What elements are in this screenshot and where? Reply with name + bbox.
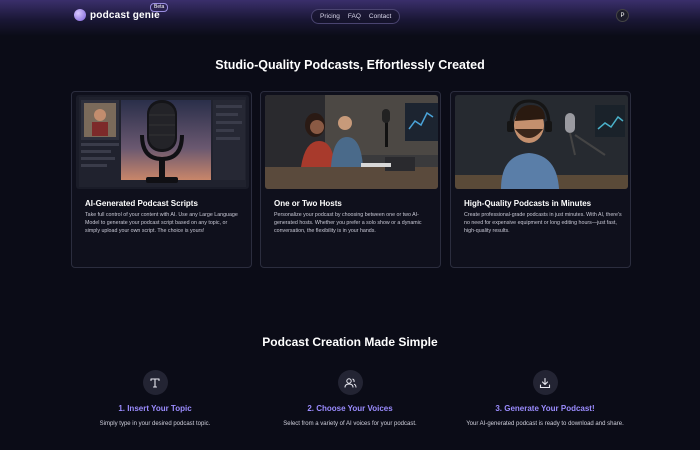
feature-card-scripts: AI-Generated Podcast Scripts Take full c… bbox=[71, 91, 252, 268]
logo-icon bbox=[74, 9, 86, 21]
main-nav: Pricing FAQ Contact bbox=[311, 9, 401, 24]
feature-description: Take full control of your content with A… bbox=[85, 212, 238, 235]
step-description: Select from a variety of AI voices for y… bbox=[283, 421, 417, 427]
site-header: podcast genie Beta Pricing FAQ Contact P bbox=[0, 0, 700, 32]
nav-pricing[interactable]: Pricing bbox=[316, 13, 344, 20]
step-1: 1. Insert Your Topic Simply type in your… bbox=[60, 370, 250, 429]
logo[interactable]: podcast genie Beta bbox=[74, 3, 169, 21]
step-description: Simply type in your desired podcast topi… bbox=[99, 421, 211, 427]
feature-title: AI-Generated Podcast Scripts bbox=[85, 199, 198, 208]
beta-badge: Beta bbox=[150, 3, 169, 12]
step-3: 3. Generate Your Podcast! Your AI-genera… bbox=[450, 370, 640, 429]
nav-faq[interactable]: FAQ bbox=[344, 13, 365, 20]
download-icon bbox=[532, 370, 558, 395]
feature-description: Create professional-grade podcasts in ju… bbox=[464, 212, 622, 235]
nav-contact[interactable]: Contact bbox=[365, 13, 395, 20]
step-title: 3. Generate Your Podcast! bbox=[495, 404, 595, 413]
scripts-illustration bbox=[76, 95, 249, 189]
users-icon bbox=[337, 370, 363, 395]
feature-title: One or Two Hosts bbox=[274, 199, 342, 208]
step-title: 2. Choose Your Voices bbox=[307, 404, 393, 413]
section-title: Podcast Creation Made Simple bbox=[262, 335, 438, 349]
feature-title: High-Quality Podcasts in Minutes bbox=[464, 199, 592, 208]
step-2: 2. Choose Your Voices Select from a vari… bbox=[255, 370, 445, 429]
step-title: 1. Insert Your Topic bbox=[118, 404, 192, 413]
feature-card-quality: High-Quality Podcasts in Minutes Create … bbox=[450, 91, 631, 268]
hosts-illustration bbox=[265, 95, 438, 189]
logo-text: podcast genie bbox=[90, 9, 160, 21]
user-avatar[interactable]: P bbox=[616, 9, 629, 22]
quality-illustration bbox=[455, 95, 628, 189]
feature-description: Personalize your podcast by choosing bet… bbox=[274, 212, 422, 235]
step-description: Your AI-generated podcast is ready to do… bbox=[466, 421, 624, 427]
hero-title: Studio-Quality Podcasts, Effortlessly Cr… bbox=[215, 58, 485, 72]
text-icon bbox=[142, 370, 168, 395]
feature-card-hosts: One or Two Hosts Personalize your podcas… bbox=[260, 91, 441, 268]
